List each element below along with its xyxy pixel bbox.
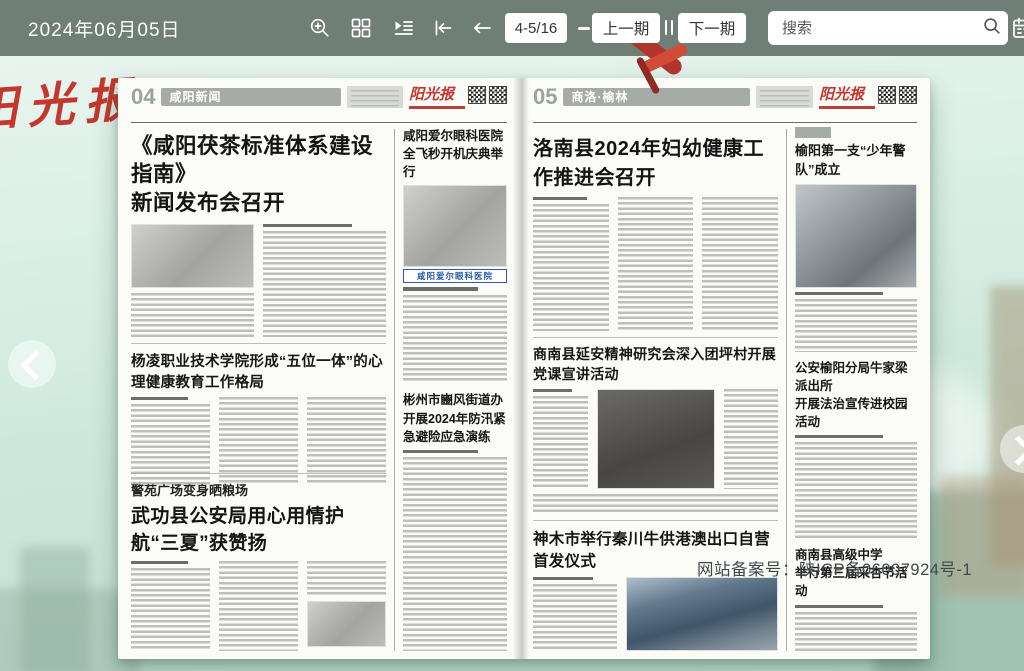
- cattle-truck-photo: [626, 577, 778, 651]
- column-divider: [394, 129, 395, 651]
- masthead-logo: 阳光报: [409, 85, 454, 103]
- masthead-logo: 阳光报: [819, 85, 864, 103]
- page-number: 04: [131, 86, 155, 108]
- issue-date: 2024年06月05日: [28, 15, 181, 42]
- article-luonan-body: [533, 197, 778, 331]
- conference-photo: [131, 224, 254, 288]
- headline-binzhou: 彬州市豳风街道办 开展2024年防汛紧急避险应急演练: [403, 391, 507, 445]
- last-page-icon[interactable]: [665, 20, 675, 36]
- section-banner: 咸阳新闻: [161, 88, 341, 106]
- reader-stage: 阳光报 04 咸阳新闻 阳光报: [0, 56, 1024, 671]
- headline-niujialiang: 公安榆阳分局牛家梁派出所 开展法治宣传进校园活动: [795, 359, 917, 432]
- page-05-header: 05 商洛·榆林 阳光报: [533, 86, 917, 120]
- article-fucha-body: [131, 224, 386, 337]
- headline-luonan[interactable]: 洛南县2024年妇幼健康工作推进会召开: [533, 132, 778, 190]
- byline-bar: [263, 224, 352, 227]
- headline-yangling: 杨凌职业技术学院形成“五位一体”的心理健康教育工作格局: [131, 350, 386, 392]
- grain-yard-photo: [307, 601, 386, 647]
- first-page-icon[interactable]: [431, 16, 455, 40]
- side-column-tag: [795, 127, 831, 138]
- masthead: 阳光报: [409, 86, 507, 109]
- headline-wugong: 武功县公安局用心用情护航“三夏”获赞扬: [131, 501, 386, 555]
- headline-shangnan: 商南县延安精神研究会深入团坪村开展党课宣讲活动: [533, 344, 778, 384]
- page-04-header: 04 咸阳新闻 阳光报: [131, 86, 507, 120]
- search-input[interactable]: [782, 20, 981, 37]
- viewer-toolbar: 2024年06月05日 4-5/16 上一期 下一期: [0, 0, 1024, 56]
- page-number: 05: [533, 86, 557, 108]
- qr-code-icon: [899, 86, 917, 104]
- article-shenmu[interactable]: 神木市举行秦川牛供港澳出口自营首发仪式: [533, 520, 778, 651]
- header-rule: [533, 122, 917, 123]
- flip-previous-arrow[interactable]: [8, 340, 56, 388]
- masthead-url-bar: [819, 106, 875, 109]
- page-04-side-column[interactable]: 咸阳爱尔眼科医院 全飞秒开机庆典举行 咸阳爱尔眼科医院 彬州市豳风街道办 开展2…: [403, 127, 507, 651]
- header-rule: [131, 122, 507, 123]
- eye-hospital-photo: [403, 185, 507, 267]
- youth-police-photo: [795, 184, 917, 288]
- article-shangnan[interactable]: 商南县延安精神研究会深入团坪村开展党课宣讲活动: [533, 337, 778, 514]
- masthead: 阳光报: [819, 86, 917, 109]
- newspaper-page-04[interactable]: 04 咸阳新闻 阳光报 《咸阳茯茶标准体系建设指南》 新闻发: [118, 78, 520, 659]
- article-wugong[interactable]: 警苑广场变身晒粮场 武功县公安局用心用情护航“三夏”获赞扬: [131, 473, 386, 651]
- calendar-icon[interactable]: [1012, 16, 1024, 40]
- previous-issue-button[interactable]: 上一期: [592, 13, 660, 43]
- issue-info-box: [756, 86, 813, 108]
- previous-page-icon[interactable]: [470, 16, 494, 40]
- article-yangling[interactable]: 杨凌职业技术学院形成“五位一体”的心理健康教育工作格局: [131, 343, 386, 467]
- qr-code-icon: [878, 86, 896, 104]
- thumbnail-grid-icon[interactable]: [349, 16, 373, 40]
- next-issue-button[interactable]: 下一期: [678, 13, 746, 43]
- headline-youth-police: 榆阳第一支“少年警队”成立: [795, 142, 917, 180]
- eye-hospital-brand: 咸阳爱尔眼科医院: [403, 269, 507, 283]
- contents-list-icon[interactable]: [391, 16, 415, 40]
- page-indicator[interactable]: 4-5/16: [505, 13, 567, 43]
- headline-aier-eye: 咸阳爱尔眼科医院 全飞秒开机庆典举行: [403, 127, 507, 181]
- issue-info-box: [347, 86, 403, 108]
- headline-fucha-guide[interactable]: 《咸阳茯茶标准体系建设指南》 新闻发布会召开: [131, 132, 386, 217]
- search-icon[interactable]: [981, 15, 1003, 42]
- background-cityscape: [20, 547, 90, 671]
- party-lecture-photo: [597, 389, 715, 489]
- icp-record: 网站备案号：陕ICP备06007924号-1: [697, 556, 972, 580]
- search-box[interactable]: [768, 11, 1008, 45]
- zoom-in-icon[interactable]: [308, 16, 332, 40]
- masthead-url-bar: [409, 106, 465, 109]
- qr-code-icon: [468, 86, 486, 104]
- next-page-icon[interactable]: [578, 27, 590, 30]
- qr-code-icon: [489, 86, 507, 104]
